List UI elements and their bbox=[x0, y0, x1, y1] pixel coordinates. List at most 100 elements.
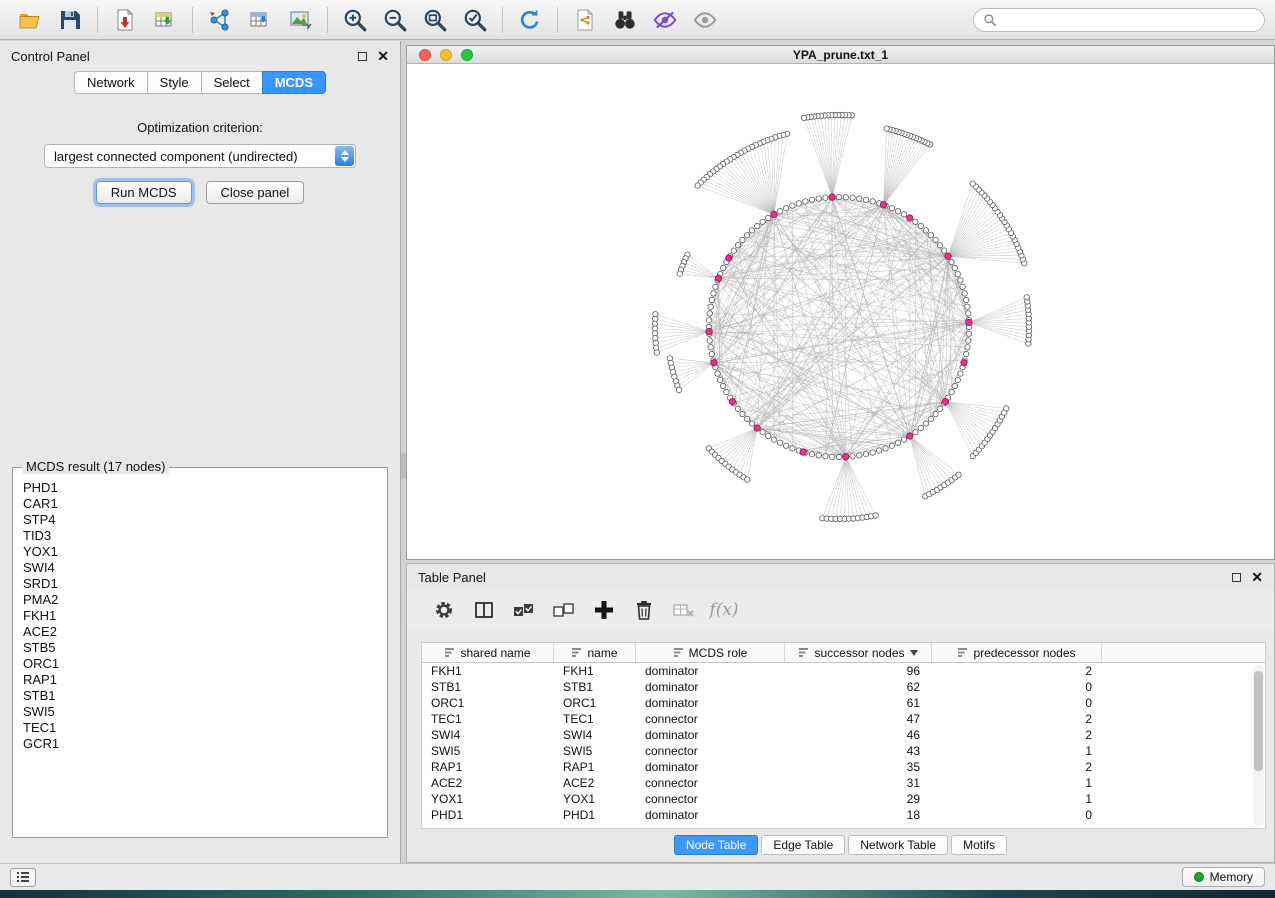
network-node[interactable] bbox=[745, 477, 750, 482]
deselect-all-columns-button[interactable] bbox=[551, 597, 577, 623]
tab-motifs[interactable]: Motifs bbox=[951, 835, 1007, 855]
network-node[interactable] bbox=[966, 338, 971, 343]
table-cell[interactable]: YOX1 bbox=[554, 791, 636, 807]
dominator-node[interactable] bbox=[711, 360, 717, 366]
table-cell[interactable]: 43 bbox=[785, 743, 932, 759]
dropdown-stepper-icon[interactable] bbox=[335, 146, 354, 166]
network-node[interactable] bbox=[707, 318, 712, 323]
table-cell[interactable]: 62 bbox=[785, 679, 932, 695]
network-node[interactable] bbox=[816, 453, 821, 458]
network-node[interactable] bbox=[823, 454, 828, 459]
network-node[interactable] bbox=[744, 416, 749, 421]
network-node[interactable] bbox=[964, 351, 969, 356]
dominator-node[interactable] bbox=[880, 202, 886, 208]
network-node[interactable] bbox=[965, 345, 970, 350]
network-node[interactable] bbox=[709, 297, 714, 302]
network-node[interactable] bbox=[707, 338, 712, 343]
network-node[interactable] bbox=[816, 196, 821, 201]
export-image-button[interactable] bbox=[280, 4, 320, 36]
network-node[interactable] bbox=[964, 297, 969, 302]
network-node[interactable] bbox=[718, 377, 723, 382]
network-node[interactable] bbox=[956, 472, 961, 477]
dominator-node[interactable] bbox=[945, 253, 951, 259]
table-cell[interactable]: 1 bbox=[932, 743, 1102, 759]
table-cell[interactable]: RAP1 bbox=[554, 759, 636, 775]
network-node[interactable] bbox=[766, 433, 771, 438]
table-cell[interactable]: SWI4 bbox=[554, 727, 636, 743]
table-cell[interactable]: SWI4 bbox=[422, 727, 554, 743]
network-node[interactable] bbox=[870, 450, 875, 455]
network-node[interactable] bbox=[777, 440, 782, 445]
network-node[interactable] bbox=[707, 311, 712, 316]
table-row[interactable]: ACE2ACE2connector311 bbox=[422, 775, 1265, 791]
table-cell[interactable]: 0 bbox=[932, 679, 1102, 695]
mcds-result-item[interactable]: GCR1 bbox=[23, 736, 387, 752]
mcds-result-item[interactable]: SWI5 bbox=[23, 704, 387, 720]
table-cell[interactable]: ACE2 bbox=[554, 775, 636, 791]
network-node[interactable] bbox=[870, 199, 875, 204]
table-cell[interactable]: 35 bbox=[785, 759, 932, 775]
delete-column-button[interactable] bbox=[631, 597, 657, 623]
tab-mcds[interactable]: MCDS bbox=[262, 71, 326, 94]
column-header-predecessor-nodes[interactable]: predecessor nodes bbox=[932, 643, 1102, 662]
network-node[interactable] bbox=[889, 443, 894, 448]
table-cell[interactable]: 47 bbox=[785, 711, 932, 727]
network-node[interactable] bbox=[863, 197, 868, 202]
table-cell[interactable]: PHD1 bbox=[422, 807, 554, 823]
network-node[interactable] bbox=[933, 411, 938, 416]
mcds-result-item[interactable]: YOX1 bbox=[23, 544, 387, 560]
network-node[interactable] bbox=[708, 304, 713, 309]
network-node[interactable] bbox=[836, 454, 841, 459]
float-panel-icon[interactable] bbox=[358, 52, 367, 61]
network-node[interactable] bbox=[952, 265, 957, 270]
table-cell[interactable]: TEC1 bbox=[554, 711, 636, 727]
network-node[interactable] bbox=[942, 248, 947, 253]
table-cell[interactable] bbox=[1102, 775, 1265, 791]
network-node[interactable] bbox=[721, 265, 726, 270]
network-node[interactable] bbox=[790, 446, 795, 451]
network-node[interactable] bbox=[965, 304, 970, 309]
run-mcds-button[interactable]: Run MCDS bbox=[96, 181, 192, 204]
network-window-titlebar[interactable]: YPA_prune.txt_1 bbox=[407, 46, 1274, 64]
network-node[interactable] bbox=[749, 228, 754, 233]
network-node[interactable] bbox=[796, 201, 801, 206]
new-network-button[interactable] bbox=[200, 4, 240, 36]
network-node[interactable] bbox=[724, 389, 729, 394]
network-node[interactable] bbox=[843, 195, 848, 200]
network-node[interactable] bbox=[873, 513, 878, 518]
network-node[interactable] bbox=[895, 209, 900, 214]
network-node[interactable] bbox=[760, 219, 765, 224]
network-node[interactable] bbox=[709, 351, 714, 356]
network-node[interactable] bbox=[850, 454, 855, 459]
create-column-button[interactable] bbox=[591, 597, 617, 623]
mcds-result-item[interactable]: RAP1 bbox=[23, 672, 387, 688]
network-node[interactable] bbox=[918, 223, 923, 228]
table-cell[interactable]: 1 bbox=[932, 791, 1102, 807]
dominator-node[interactable] bbox=[715, 275, 721, 281]
mcds-result-item[interactable]: TID3 bbox=[23, 528, 387, 544]
import-network-button[interactable] bbox=[105, 4, 145, 36]
network-node[interactable] bbox=[713, 284, 718, 289]
save-session-button[interactable] bbox=[50, 4, 90, 36]
zoom-fit-button[interactable] bbox=[415, 4, 455, 36]
dominator-node[interactable] bbox=[942, 398, 948, 404]
network-node[interactable] bbox=[877, 448, 882, 453]
mcds-result-item[interactable]: SRD1 bbox=[23, 576, 387, 592]
network-node[interactable] bbox=[731, 248, 736, 253]
network-node[interactable] bbox=[654, 350, 659, 355]
table-cell[interactable] bbox=[1102, 695, 1265, 711]
network-node[interactable] bbox=[755, 223, 760, 228]
table-cell[interactable]: ORC1 bbox=[422, 695, 554, 711]
memory-button[interactable]: Memory bbox=[1182, 867, 1265, 887]
float-panel-icon[interactable] bbox=[1232, 573, 1241, 582]
network-node[interactable] bbox=[923, 421, 928, 426]
close-window-icon[interactable] bbox=[419, 49, 431, 61]
network-node[interactable] bbox=[937, 406, 942, 411]
network-node[interactable] bbox=[823, 195, 828, 200]
network-node[interactable] bbox=[928, 232, 933, 237]
find-button[interactable] bbox=[605, 4, 645, 36]
mcds-result-item[interactable]: ACE2 bbox=[23, 624, 387, 640]
dominator-node[interactable] bbox=[754, 425, 760, 431]
column-header-mcds-role[interactable]: MCDS role bbox=[636, 643, 785, 662]
table-cell[interactable] bbox=[1102, 743, 1265, 759]
